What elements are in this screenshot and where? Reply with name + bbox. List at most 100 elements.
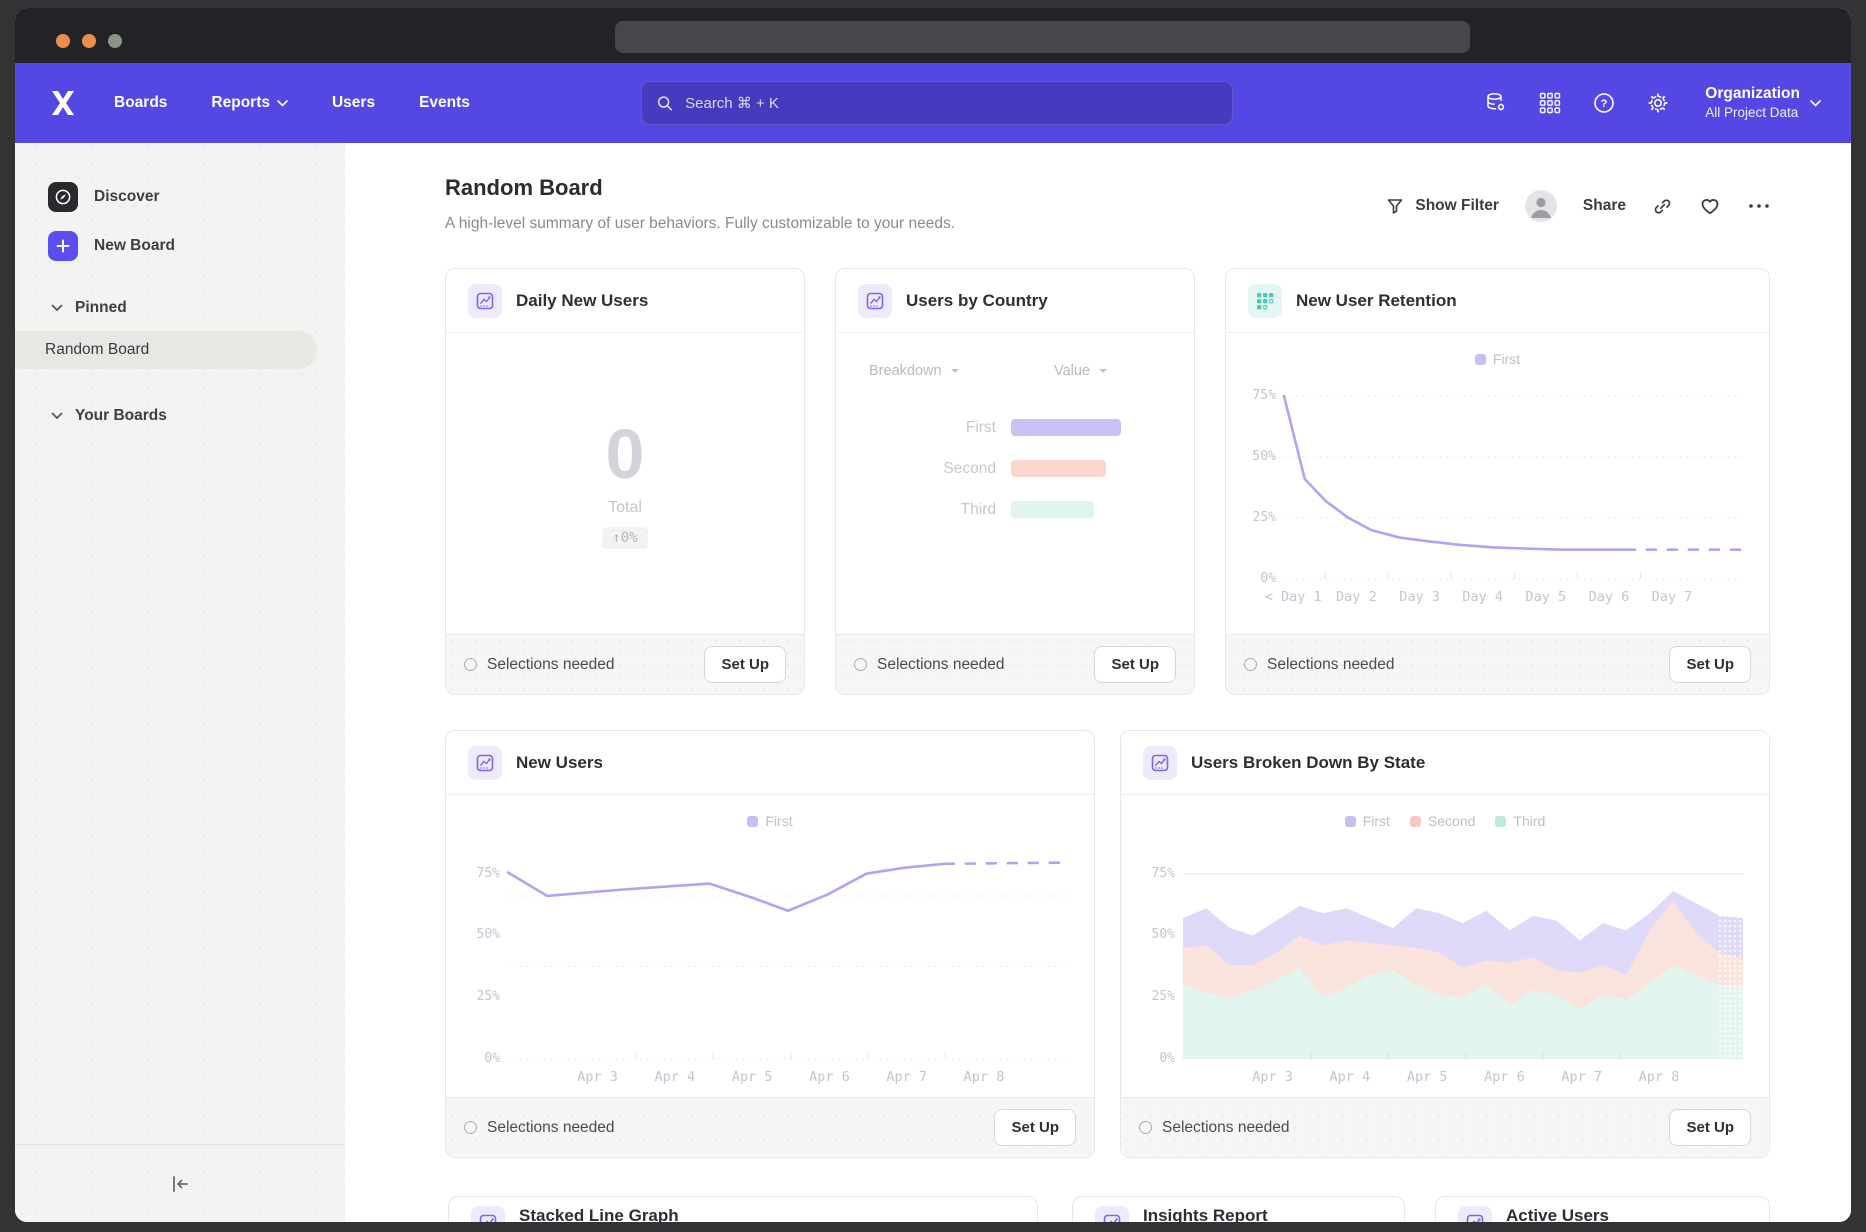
set-up-button[interactable]: Set Up bbox=[1094, 646, 1176, 683]
status-circle-icon bbox=[854, 658, 867, 671]
set-up-button[interactable]: Set Up bbox=[994, 1109, 1076, 1146]
legend-item: Second bbox=[1410, 813, 1475, 829]
legend-item: First bbox=[1475, 351, 1520, 367]
card-status: Selections needed bbox=[464, 1119, 615, 1137]
card-new-users: New Users First 75%50%25%0%Apr 3Apr 4Apr… bbox=[445, 730, 1095, 1158]
legend-label: Second bbox=[1428, 813, 1475, 829]
discover-compass-icon bbox=[48, 182, 78, 212]
card-stacked-line-graph: Stacked Line Graph bbox=[448, 1196, 1038, 1222]
new-users-chart: First 75%50%25%0%Apr 3Apr 4Apr 5Apr 6Apr… bbox=[446, 795, 1094, 1097]
country-bar-rows: First Second Third bbox=[836, 407, 1194, 530]
line-chart-icon bbox=[858, 284, 892, 318]
retention-plot bbox=[1284, 379, 1746, 579]
set-up-button[interactable]: Set Up bbox=[1669, 1109, 1751, 1146]
nav-item-boards[interactable]: Boards bbox=[114, 94, 167, 112]
mixpanel-logo-icon[interactable] bbox=[48, 87, 78, 119]
bar-row-label: Third bbox=[836, 501, 996, 519]
search-input[interactable] bbox=[683, 94, 1218, 113]
nav-right-cluster: ? Organization All Project Data bbox=[1483, 84, 1821, 122]
show-filter-button[interactable]: Show Filter bbox=[1385, 196, 1499, 216]
favorite-heart-icon[interactable] bbox=[1699, 195, 1721, 217]
x-axis-label: Apr 3 bbox=[1252, 1069, 1293, 1085]
help-icon[interactable]: ? bbox=[1591, 90, 1617, 116]
card-title: Users by Country bbox=[906, 291, 1048, 311]
line-chart-icon bbox=[468, 746, 502, 780]
sidebar-item-random-board[interactable]: Random Board bbox=[15, 331, 317, 369]
sidebar-item-new-board[interactable]: New Board bbox=[48, 231, 175, 261]
set-up-button[interactable]: Set Up bbox=[1669, 646, 1751, 683]
card-daily-new-users: Daily New Users 0 Total ↑0% Selections n… bbox=[445, 268, 805, 695]
org-project: All Project Data bbox=[1705, 104, 1800, 122]
legend-label: Third bbox=[1513, 813, 1545, 829]
retention-chart: First 75%50%25%0%< Day 1Day 2Day 3Day 4D… bbox=[1226, 333, 1769, 634]
svg-text:?: ? bbox=[1601, 98, 1608, 110]
line-chart-icon bbox=[468, 284, 502, 318]
nav-item-reports[interactable]: Reports bbox=[211, 94, 288, 112]
avatar[interactable] bbox=[1525, 190, 1557, 222]
app-navbar: Boards Reports Users Events bbox=[15, 63, 1851, 143]
more-options-icon[interactable] bbox=[1747, 202, 1771, 210]
org-switcher[interactable]: Organization All Project Data bbox=[1705, 84, 1821, 122]
desktop-background: Boards Reports Users Events bbox=[0, 0, 1866, 1232]
legend-item: First bbox=[747, 813, 792, 829]
card-title: New Users bbox=[516, 753, 603, 773]
y-axis-label: 25% bbox=[1131, 989, 1175, 1004]
chart-legend: First bbox=[1226, 351, 1769, 367]
page-subtitle: A high-level summary of user behaviors. … bbox=[445, 215, 955, 233]
y-axis-label: 25% bbox=[456, 989, 500, 1004]
line-chart-icon bbox=[471, 1206, 505, 1222]
bar bbox=[1011, 460, 1106, 477]
value-column-header[interactable]: Value bbox=[1054, 363, 1108, 379]
chevron-down-icon bbox=[51, 304, 63, 312]
legend-item: Third bbox=[1495, 813, 1545, 829]
set-up-button[interactable]: Set Up bbox=[704, 646, 786, 683]
browser-url-bar[interactable] bbox=[615, 21, 1470, 53]
x-axis-label: Apr 7 bbox=[886, 1069, 927, 1085]
collapse-sidebar-icon[interactable] bbox=[169, 1174, 191, 1194]
nav-item-users[interactable]: Users bbox=[332, 94, 375, 112]
chevron-down-icon bbox=[1810, 100, 1821, 107]
metric-body: 0 Total ↑0% bbox=[446, 333, 804, 634]
status-circle-icon bbox=[464, 658, 477, 671]
sidebar-section-pinned[interactable]: Pinned bbox=[51, 299, 127, 317]
breakdown-column-header[interactable]: Breakdown bbox=[869, 363, 960, 379]
country-bar-row: Third bbox=[836, 489, 1194, 530]
x-axis-label: < Day 1 bbox=[1265, 589, 1322, 605]
x-axis-label: Apr 8 bbox=[964, 1069, 1005, 1085]
nav-item-events[interactable]: Events bbox=[419, 94, 470, 112]
apps-grid-icon[interactable] bbox=[1537, 90, 1563, 116]
state-area-chart: FirstSecondThird 75%50%25%0%Apr 3Apr 4Ap… bbox=[1121, 795, 1769, 1097]
sidebar-item-discover[interactable]: Discover bbox=[48, 182, 159, 212]
legend-item: First bbox=[1345, 813, 1390, 829]
country-bar-row: First bbox=[836, 407, 1194, 448]
bar bbox=[1011, 419, 1121, 436]
card-footer: Selections needed Set Up bbox=[836, 634, 1194, 694]
settings-gear-icon[interactable] bbox=[1645, 90, 1671, 116]
sidebar: Discover New Board Pinned Random Board Y… bbox=[15, 143, 345, 1222]
country-bar-row: Second bbox=[836, 448, 1194, 489]
sidebar-section-your-boards[interactable]: Your Boards bbox=[51, 407, 167, 425]
legend-swatch-icon bbox=[1345, 816, 1356, 827]
traffic-light-close-icon[interactable] bbox=[56, 34, 70, 48]
x-axis-label: Apr 6 bbox=[809, 1069, 850, 1085]
card-footer: Selections needed Set Up bbox=[1226, 634, 1769, 694]
bar-row-label: Second bbox=[836, 460, 996, 478]
x-axis-label: Day 7 bbox=[1652, 589, 1693, 605]
metric-label: Total bbox=[608, 499, 642, 517]
y-axis-label: 25% bbox=[1232, 510, 1276, 525]
browser-titlebar bbox=[15, 8, 1851, 63]
global-search[interactable] bbox=[641, 81, 1233, 125]
traffic-light-zoom-icon[interactable] bbox=[108, 34, 122, 48]
share-button[interactable]: Share bbox=[1583, 197, 1626, 215]
legend-label: First bbox=[765, 813, 792, 829]
metric-delta-badge: ↑0% bbox=[602, 527, 647, 549]
card-status: Selections needed bbox=[1139, 1119, 1290, 1137]
legend-swatch-icon bbox=[1475, 354, 1486, 365]
nav-menu: Boards Reports Users Events bbox=[114, 94, 470, 112]
copy-link-icon[interactable] bbox=[1652, 196, 1673, 217]
traffic-light-minimize-icon[interactable] bbox=[82, 34, 96, 48]
search-icon bbox=[656, 94, 673, 112]
card-status: Selections needed bbox=[1244, 656, 1395, 674]
sidebar-footer bbox=[15, 1144, 345, 1222]
data-management-icon[interactable] bbox=[1483, 90, 1509, 116]
